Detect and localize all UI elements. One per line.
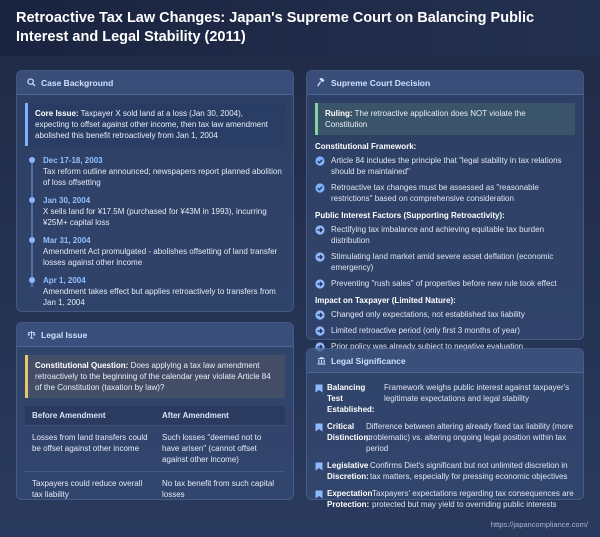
public-interest-item: Rectifying tax imbalance and achieving e… (315, 224, 575, 246)
impact-text: Limited retroactive period (only first 3… (331, 326, 520, 335)
table-header: After Amendment (155, 406, 285, 426)
arrow-circle-icon (315, 225, 325, 235)
comparison-table: Before Amendment After Amendment Losses … (25, 406, 285, 506)
timeline-text: X sells land for ¥17.5M (purchased for ¥… (43, 207, 267, 227)
timeline-item: Dec 17-18, 2003 Tax reform outline annou… (25, 155, 285, 188)
framework-item-text: Article 84 includes the principle that "… (331, 156, 562, 176)
case-background-panel: Case Background Core Issue: Taxpayer X s… (16, 70, 294, 312)
bookmark-icon (315, 384, 323, 393)
case-background-title: Case Background (41, 77, 114, 88)
timeline-dot (29, 237, 35, 243)
significance-text: Confirms Diet's significant but not unli… (370, 461, 568, 481)
ruling-text: The retroactive application does NOT vio… (325, 109, 526, 129)
arrow-circle-icon (315, 252, 325, 262)
table-cell: No tax benefit from such capital losses (155, 471, 285, 506)
public-interest-heading: Public Interest Factors (Supporting Retr… (315, 211, 505, 220)
timeline-text: Tax reform outline announced; newspapers… (43, 167, 282, 187)
timeline-item: Mar 31, 2004 Amendment Act promulgated -… (25, 235, 285, 268)
significance-text: Taxpayers' expectations regarding tax co… (372, 489, 574, 509)
public-interest-text: Preventing "rush sales" of properties be… (331, 279, 557, 288)
significance-term: Balancing Test Established: (327, 383, 375, 414)
table-row: Losses from land transfers could be offs… (25, 425, 285, 472)
timeline-item: Jan 30, 2004 X sells land for ¥17.5M (pu… (25, 195, 285, 228)
public-interest-text: Stimulating land market amid severe asse… (331, 252, 554, 272)
timeline-date: Jan 30, 2004 (43, 196, 91, 205)
table-header-row: Before Amendment After Amendment (25, 406, 285, 426)
significance-panel: Legal Significance Balancing Test Establ… (306, 348, 584, 509)
table-cell: Taxpayers could reduce overall tax liabi… (25, 471, 155, 506)
significance-title: Legal Significance (331, 355, 406, 366)
decision-panel: Supreme Court Decision Ruling: The retro… (306, 70, 584, 352)
framework-item: Retroactive tax changes must be assessed… (315, 182, 575, 204)
impact-text: Changed only expectations, not establish… (331, 310, 525, 319)
table-header: Before Amendment (25, 406, 155, 426)
scale-icon (27, 330, 36, 339)
significance-item: Expectation Protection: Taxpayers' expec… (315, 488, 575, 510)
core-issue-callout: Core Issue: Taxpayer X sold land at a lo… (25, 103, 285, 146)
table-cell: Such losses "deemed not to have arisen" … (155, 425, 285, 472)
arrow-circle-icon (315, 279, 325, 289)
significance-text: Difference between altering already fixe… (366, 422, 574, 453)
decision-header: Supreme Court Decision (307, 71, 583, 95)
public-interest-item: Stimulating land market amid severe asse… (315, 251, 575, 273)
timeline-date: Dec 17-18, 2003 (43, 156, 103, 165)
bank-icon (317, 356, 326, 365)
significance-item: Balancing Test Established: Framework we… (315, 382, 575, 415)
legal-issue-header: Legal Issue (17, 323, 293, 347)
page-title: Retroactive Tax Law Changes: Japan's Sup… (16, 10, 535, 45)
timeline-text: Amendment Act promulgated - abolishes of… (43, 247, 278, 267)
timeline-dot (29, 197, 35, 203)
significance-text: Framework weighs public interest against… (384, 383, 570, 403)
timeline-dot (29, 157, 35, 163)
core-issue-label: Core Issue: (35, 109, 79, 118)
constitutional-question-callout: Constitutional Question: Does applying a… (25, 355, 285, 398)
framework-item-text: Retroactive tax changes must be assessed… (331, 183, 539, 203)
timeline-text: Amendment takes effect but applies retro… (43, 287, 276, 307)
framework-item: Article 84 includes the principle that "… (315, 155, 575, 177)
bookmark-icon (315, 490, 323, 499)
timeline: Dec 17-18, 2003 Tax reform outline annou… (25, 155, 285, 308)
significance-term: Expectation Protection: (327, 489, 373, 509)
table-row: Taxpayers could reduce overall tax liabi… (25, 471, 285, 506)
check-circle-icon (315, 156, 325, 166)
impact-item: Limited retroactive period (only first 3… (315, 325, 575, 336)
public-interest-text: Rectifying tax imbalance and achieving e… (331, 225, 545, 245)
timeline-item: Apr 1, 2004 Amendment takes effect but a… (25, 275, 285, 308)
framework-heading: Constitutional Framework: (315, 142, 417, 151)
significance-item: Legislative Discretion: Confirms Diet's … (315, 460, 575, 482)
timeline-dot (29, 277, 35, 283)
significance-header: Legal Significance (307, 349, 583, 373)
significance-term: Critical Distinction: (327, 422, 371, 442)
search-icon (27, 78, 36, 87)
impact-heading: Impact on Taxpayer (Limited Nature): (315, 296, 456, 305)
bookmark-icon (315, 462, 323, 471)
arrow-circle-icon (315, 310, 325, 320)
arrow-circle-icon (315, 326, 325, 336)
case-background-header: Case Background (17, 71, 293, 95)
ruling-callout: Ruling: The retroactive application does… (315, 103, 575, 135)
timeline-date: Mar 31, 2004 (43, 236, 91, 245)
impact-item: Changed only expectations, not establish… (315, 309, 575, 320)
gavel-icon (317, 78, 325, 87)
ruling-label: Ruling: (325, 109, 353, 118)
public-interest-item: Preventing "rush sales" of properties be… (315, 278, 575, 289)
significance-item: Critical Distinction: Difference between… (315, 421, 575, 454)
check-circle-icon (315, 183, 325, 193)
decision-title: Supreme Court Decision (331, 77, 431, 88)
title-bar: Retroactive Tax Law Changes: Japan's Sup… (0, 0, 600, 56)
legal-issue-panel: Legal Issue Constitutional Question: Doe… (16, 322, 294, 506)
footer-url[interactable]: https://japancompliance.com/ (491, 520, 588, 529)
table-cell: Losses from land transfers could be offs… (25, 425, 155, 472)
legal-issue-title: Legal Issue (41, 329, 88, 340)
bookmark-icon (315, 423, 323, 432)
significance-term: Legislative Discretion: (327, 461, 369, 481)
constitutional-question-label: Constitutional Question: (35, 361, 129, 370)
timeline-date: Apr 1, 2004 (43, 276, 86, 285)
